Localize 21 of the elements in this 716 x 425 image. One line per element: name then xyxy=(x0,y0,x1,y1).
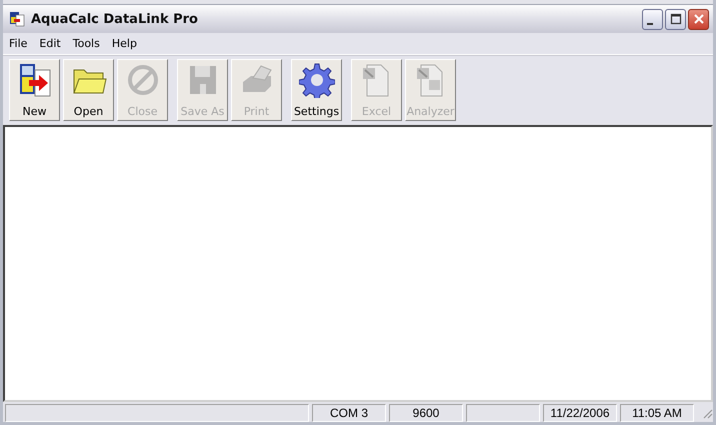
toolbar-button[interactable]: New xyxy=(9,59,60,121)
resize-grip-icon[interactable] xyxy=(701,406,713,418)
maximize-button[interactable] xyxy=(665,8,686,30)
maximize-icon xyxy=(668,12,682,26)
window-title: AquaCalc DataLink Pro xyxy=(31,12,199,26)
status-panel: 9600 xyxy=(389,404,463,422)
gear-icon xyxy=(298,62,334,98)
menu-item[interactable]: Help xyxy=(112,37,137,50)
toolbar-button[interactable]: Open xyxy=(63,59,114,121)
menu-item[interactable]: Edit xyxy=(39,37,61,50)
menu-item[interactable]: File xyxy=(9,37,28,50)
toolbar-button[interactable]: Settings xyxy=(291,59,342,121)
status-panel: 11:05 AM xyxy=(620,404,694,422)
status-panel: COM 3 xyxy=(312,404,386,422)
menu-item[interactable]: Tools xyxy=(72,37,100,50)
minimize-icon xyxy=(647,22,653,24)
minimize-button[interactable] xyxy=(642,8,663,30)
close-icon xyxy=(692,12,706,26)
app-icon xyxy=(9,11,25,27)
close-button[interactable] xyxy=(688,8,709,30)
status-panel: 11/22/2006 xyxy=(543,404,617,422)
